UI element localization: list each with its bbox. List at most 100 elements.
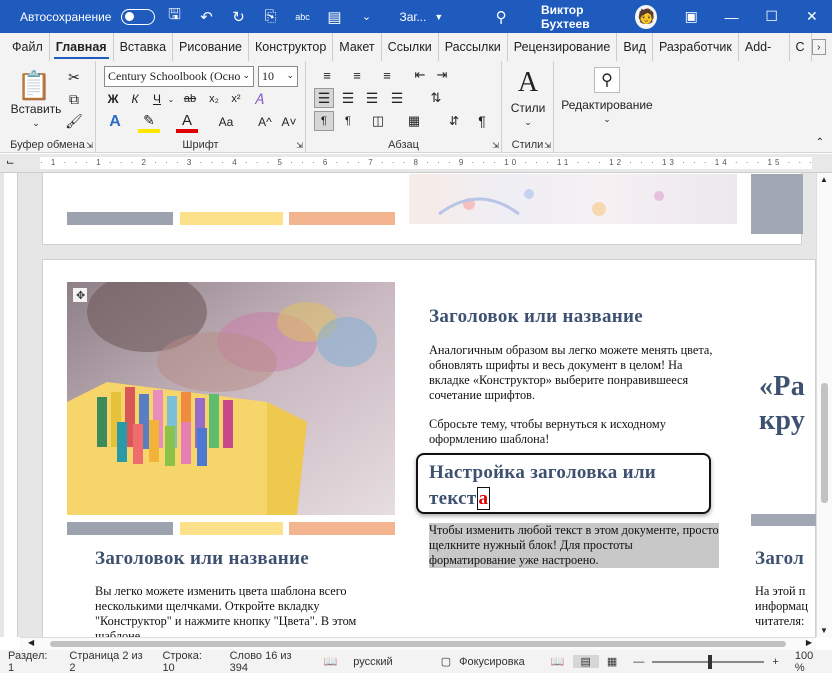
- show-marks-icon[interactable]: ¶: [472, 111, 492, 131]
- user-name[interactable]: Виктор Бухтеев: [541, 3, 627, 31]
- read-mode-icon[interactable]: 📖: [543, 655, 573, 668]
- line-status[interactable]: Строка: 10: [154, 650, 221, 674]
- language-status[interactable]: русский: [345, 656, 400, 668]
- customize-qa-icon[interactable]: ⌄: [353, 4, 379, 30]
- format-painter-icon[interactable]: 🖌: [64, 111, 84, 131]
- focus-icon[interactable]: ▢: [433, 655, 459, 668]
- chevron-down-icon[interactable]: ⌄: [30, 117, 42, 129]
- tab-more[interactable]: С: [790, 33, 812, 61]
- zoom-slider[interactable]: [652, 654, 765, 669]
- print-layout-icon[interactable]: ▤: [572, 655, 599, 668]
- justify-icon[interactable]: ☰: [386, 88, 408, 108]
- bullets-icon[interactable]: ≡: [314, 65, 340, 85]
- vertical-scrollbar[interactable]: ▲ ▼: [816, 173, 832, 637]
- right-body-text-1[interactable]: Аналогичным образом вы легко можете меня…: [429, 343, 725, 403]
- word-count-status[interactable]: Слово 16 из 394: [222, 650, 316, 674]
- right-body-text-2[interactable]: Сбросьте тему, чтобы вернуться к исходно…: [429, 417, 725, 447]
- scroll-right-icon[interactable]: ›: [811, 39, 826, 55]
- bold-button[interactable]: Ж: [104, 89, 122, 109]
- tab-draw[interactable]: Рисование: [173, 33, 249, 61]
- horizontal-scroll-thumb[interactable]: [50, 641, 786, 647]
- change-case-button[interactable]: Aa: [212, 111, 240, 133]
- scroll-left-icon[interactable]: ◀: [28, 638, 34, 647]
- scroll-down-icon[interactable]: ▼: [820, 626, 828, 635]
- chevron-down-icon[interactable]: ▼: [434, 12, 443, 22]
- document-title[interactable]: Заг...: [399, 10, 426, 24]
- vertical-ruler[interactable]: [4, 173, 18, 637]
- tab-layout[interactable]: Макет: [333, 33, 382, 61]
- horizontal-ruler[interactable]: ⌙ · 1 · · · 1 · · · 2 · · · 3 · · · 4 · …: [0, 154, 832, 173]
- tab-review[interactable]: Рецензирование: [508, 33, 618, 61]
- shrink-font-button[interactable]: A˅: [278, 111, 300, 133]
- chevron-down-icon[interactable]: ⌄: [166, 89, 176, 109]
- redo-icon[interactable]: ↻: [225, 4, 251, 30]
- paste-button[interactable]: Вставить: [10, 101, 62, 117]
- web-layout-icon[interactable]: ▦: [599, 655, 625, 668]
- far-heading[interactable]: Загол: [755, 548, 816, 570]
- text-effects-icon[interactable]: A: [104, 111, 126, 133]
- rtl-icon[interactable]: ¶: [338, 111, 358, 131]
- section-status[interactable]: Раздел: 1: [0, 650, 61, 674]
- close-icon[interactable]: ✕: [792, 0, 832, 33]
- page-status[interactable]: Страница 2 из 2: [61, 650, 154, 674]
- zoom-in-icon[interactable]: +: [764, 656, 786, 668]
- proofing-icon[interactable]: 📖: [316, 655, 346, 668]
- minimize-icon[interactable]: —: [711, 0, 751, 33]
- increase-indent-icon[interactable]: ⇥: [432, 65, 452, 85]
- left-body-text[interactable]: Вы легко можете изменить цвета шаблона в…: [95, 584, 365, 637]
- superscript-button[interactable]: x²: [226, 89, 246, 109]
- left-heading[interactable]: Заголовок или название: [95, 548, 395, 570]
- tab-home[interactable]: Главная: [50, 33, 114, 61]
- collapse-ribbon-icon[interactable]: ⌃: [816, 137, 824, 148]
- align-center-icon[interactable]: ☰: [338, 88, 358, 108]
- tab-addins[interactable]: Add-ins: [739, 33, 790, 82]
- avatar[interactable]: 🧑: [635, 4, 658, 29]
- scroll-right-icon[interactable]: ▶: [806, 638, 812, 647]
- align-left-icon[interactable]: ☰: [314, 88, 334, 108]
- sort-icon[interactable]: ⇵: [444, 111, 464, 131]
- edited-heading[interactable]: Настройка заголовка или текст а: [429, 460, 699, 512]
- save-icon[interactable]: 🖫: [161, 4, 187, 30]
- borders-icon[interactable]: ▦: [402, 111, 426, 131]
- tab-insert[interactable]: Вставка: [114, 33, 174, 61]
- numbering-icon[interactable]: ≡: [344, 65, 370, 85]
- vertical-scroll-thumb[interactable]: [821, 383, 828, 503]
- highlight-icon[interactable]: ✎: [138, 111, 160, 133]
- far-body-text[interactable]: На этой п информац читателя:: [755, 584, 816, 629]
- dialog-launcher-icon[interactable]: ⇲: [544, 141, 551, 150]
- tab-selector-icon[interactable]: ⌙: [6, 157, 18, 169]
- tab-view[interactable]: Вид: [617, 33, 653, 61]
- autosave-toggle[interactable]: [121, 8, 156, 25]
- subscript-button[interactable]: x₂: [204, 89, 224, 109]
- focus-button[interactable]: Фокусировка: [459, 656, 525, 668]
- tab-developer[interactable]: Разработчик: [653, 33, 739, 61]
- styles-icon[interactable]: A: [512, 67, 544, 99]
- ribbon-display-icon[interactable]: ▣: [671, 0, 711, 33]
- dialog-launcher-icon[interactable]: ⇲: [492, 141, 499, 150]
- cut-icon[interactable]: ✂: [64, 67, 84, 87]
- maximize-icon[interactable]: ☐: [752, 0, 792, 33]
- horizontal-scrollbar[interactable]: ◀ ▶: [20, 637, 816, 650]
- document-canvas[interactable]: ✥ Заголовок или название Вы легко можете…: [0, 173, 816, 637]
- font-name-field[interactable]: Century Schoolbook (Осно ⌄: [104, 66, 254, 87]
- tab-design[interactable]: Конструктор: [249, 33, 334, 61]
- zoom-level[interactable]: 100 %: [787, 650, 832, 674]
- styles-button[interactable]: Стили: [502, 101, 554, 115]
- right-heading[interactable]: Заголовок или название: [429, 306, 729, 328]
- editing-button[interactable]: Редактирование: [554, 97, 660, 113]
- search-icon[interactable]: ⚲: [594, 67, 620, 93]
- italic-button[interactable]: К: [126, 89, 144, 109]
- scroll-up-icon[interactable]: ▲: [820, 175, 828, 184]
- underline-button[interactable]: Ч: [148, 89, 166, 109]
- undo-icon[interactable]: ↶: [193, 4, 219, 30]
- spelling-icon[interactable]: abc: [289, 4, 315, 30]
- chevron-down-icon[interactable]: ⌄: [601, 113, 613, 125]
- qa-misc-icon[interactable]: ▤: [321, 4, 347, 30]
- font-color-button[interactable]: A: [176, 111, 198, 133]
- pull-quote[interactable]: «Ра кру: [759, 370, 816, 438]
- font-size-field[interactable]: 10 ⌄: [258, 66, 298, 87]
- ltr-icon[interactable]: ¶: [314, 111, 334, 131]
- decrease-indent-icon[interactable]: ⇤: [410, 65, 430, 85]
- search-icon[interactable]: ⚲: [489, 4, 513, 30]
- zoom-out-icon[interactable]: —: [625, 656, 652, 668]
